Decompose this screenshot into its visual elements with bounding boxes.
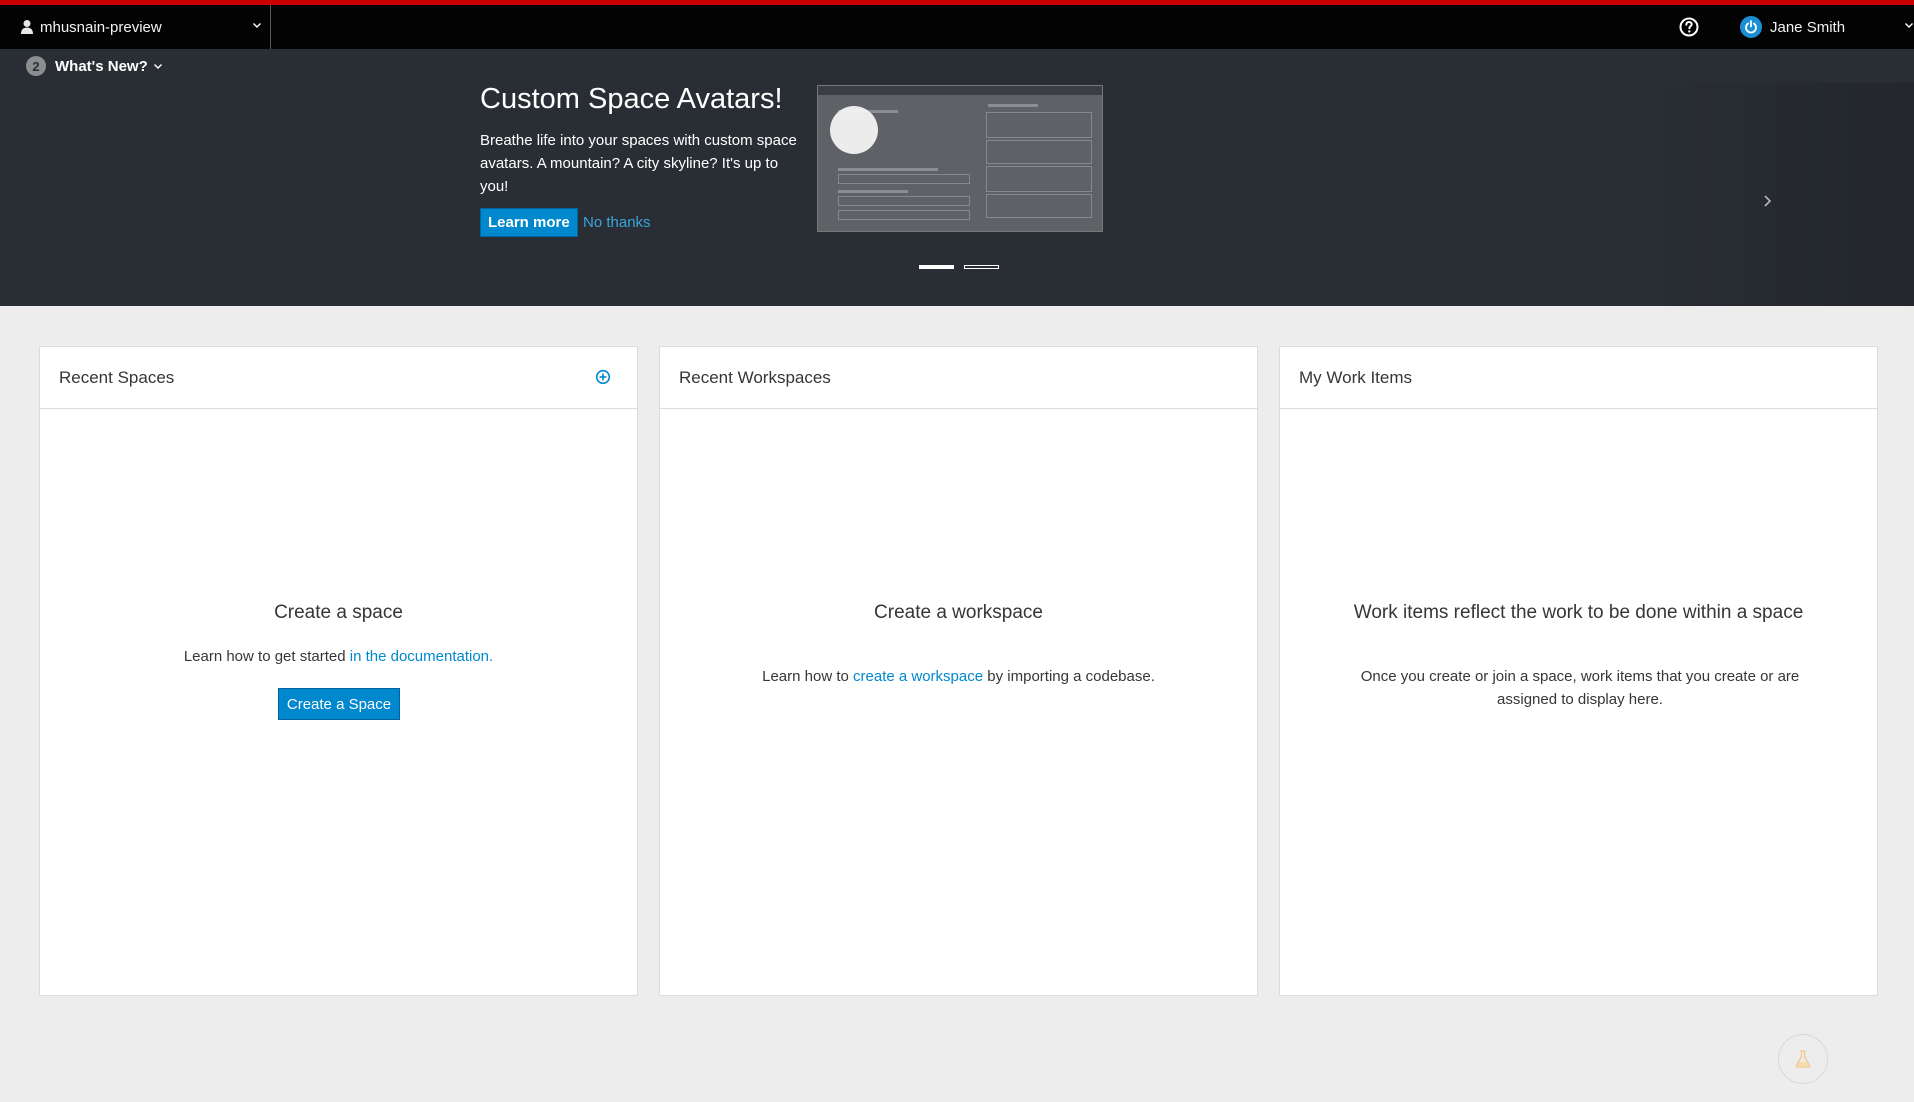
recent-spaces-card: Recent Spaces Create a space Learn how t… — [39, 346, 638, 996]
empty-state-text: Once you create or join a space, work it… — [1360, 668, 1800, 708]
user-name: Jane Smith — [1770, 18, 1846, 36]
whats-new-count-badge: 2 — [26, 56, 46, 76]
chevron-right-icon[interactable] — [1760, 191, 1776, 211]
empty-state-title: Create a space — [274, 602, 403, 623]
recent-workspaces-card: Recent Workspaces Create a workspace Lea… — [659, 346, 1258, 996]
create-space-button[interactable]: Create a Space — [278, 688, 400, 720]
learn-more-button[interactable]: Learn more — [480, 208, 578, 237]
user-menu[interactable]: Jane Smith — [1740, 5, 1914, 49]
empty-state-text-suffix: by importing a codebase. — [983, 668, 1155, 685]
documentation-link[interactable]: in the documentation. — [350, 648, 493, 665]
empty-state-text: Learn how to create a workspace by impor… — [660, 665, 1257, 688]
card-header: Recent Workspaces — [660, 347, 1257, 409]
card-header: Recent Spaces — [40, 347, 637, 409]
empty-state-text-prefix: Learn how to — [762, 668, 854, 685]
banner-gradient — [1640, 83, 1914, 306]
add-space-icon[interactable] — [595, 369, 611, 385]
chevron-down-icon — [153, 64, 162, 69]
carousel-indicator-1[interactable] — [919, 265, 954, 269]
create-workspace-link[interactable]: create a workspace — [853, 668, 983, 685]
promo-title: Custom Space Avatars! — [480, 83, 783, 115]
card-title: Recent Spaces — [59, 368, 175, 387]
help-icon[interactable] — [1678, 16, 1700, 38]
empty-state-text-prefix: Learn how to get started — [183, 648, 350, 665]
lab-feature-button[interactable] — [1778, 1034, 1828, 1084]
empty-state-title: Work items reflect the work to be done w… — [1353, 602, 1804, 623]
promo-description: Breathe life into your spaces with custo… — [480, 132, 797, 195]
flask-icon — [1795, 1050, 1811, 1068]
whats-new-toggle[interactable]: 2 What's New? — [26, 56, 163, 76]
promo-screenshot-image — [817, 85, 1103, 232]
empty-state-title: Create a workspace — [874, 602, 1043, 623]
top-navbar: mhusnain-preview Jane Smith — [0, 5, 1914, 49]
context-switcher[interactable]: mhusnain-preview — [0, 5, 271, 49]
card-title: My Work Items — [1299, 368, 1413, 387]
whats-new-banner: 2 What's New? Custom Space Avatars! Brea… — [0, 49, 1914, 306]
context-label: mhusnain-preview — [40, 18, 162, 36]
user-avatar — [1740, 16, 1762, 38]
carousel-indicator-2[interactable] — [964, 265, 999, 269]
chevron-down-icon — [253, 23, 261, 28]
card-title: Recent Workspaces — [679, 368, 831, 387]
user-icon — [21, 20, 33, 34]
no-thanks-link[interactable]: No thanks — [583, 214, 651, 231]
whats-new-label: What's New? — [55, 57, 148, 75]
my-work-items-card: My Work Items Work items reflect the wor… — [1279, 346, 1878, 996]
card-header: My Work Items — [1280, 347, 1877, 409]
chevron-down-icon — [1905, 23, 1913, 28]
empty-state-text: Learn how to get started in the document… — [40, 645, 637, 668]
power-icon — [1745, 20, 1757, 34]
